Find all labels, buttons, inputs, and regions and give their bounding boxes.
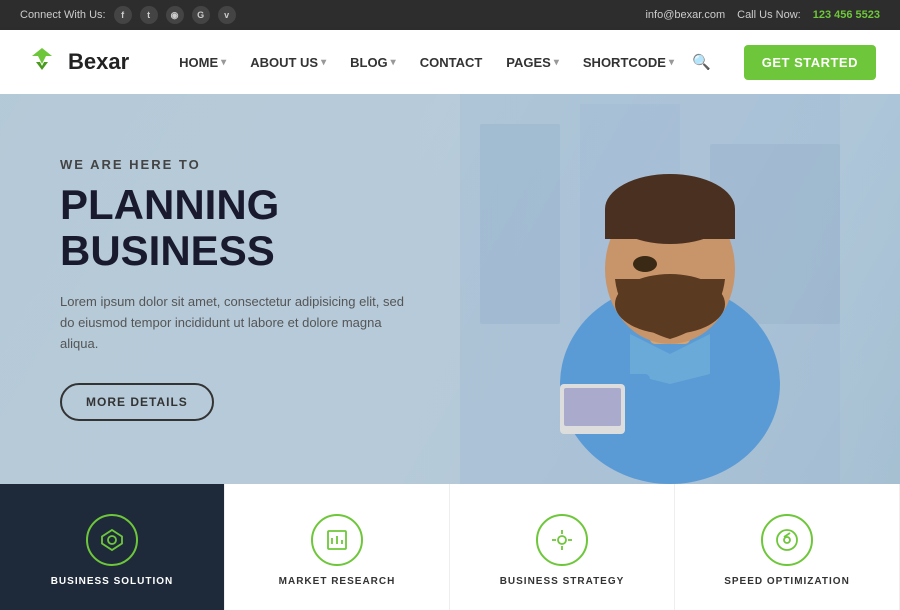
call-label: Call Us Now:	[737, 9, 801, 21]
cards-section: BUSINESS SOLUTION MARKET RESEARCH BUSINE…	[0, 484, 900, 610]
hero-section: WE ARE HERE TO PLANNING BUSINESS Lorem i…	[0, 94, 900, 484]
email-label: info@bexar.com	[645, 9, 725, 21]
nav-contact[interactable]: CONTACT	[410, 47, 493, 78]
card-market-research: MARKET RESEARCH	[225, 484, 450, 610]
hero-description: Lorem ipsum dolor sit amet, consectetur …	[60, 292, 420, 354]
card-business-solution: BUSINESS SOLUTION	[0, 484, 225, 610]
phone-number: 123 456 5523	[813, 9, 880, 21]
hero-content: WE ARE HERE TO PLANNING BUSINESS Lorem i…	[0, 157, 500, 421]
header: Bexar HOME ABOUT US BLOG CONTACT PAGES S…	[0, 30, 900, 94]
nav-blog[interactable]: BLOG	[340, 47, 406, 78]
top-bar: Connect With Us: f t ◉ G v info@bexar.co…	[0, 0, 900, 30]
get-started-button[interactable]: GET STARTED	[744, 45, 876, 80]
hero-person-image	[460, 94, 840, 484]
social-rss[interactable]: ◉	[166, 6, 184, 24]
card-label-3: SPEED OPTIMIZATION	[724, 576, 850, 587]
card-label-1: MARKET RESEARCH	[279, 576, 396, 587]
nav-pages[interactable]: PAGES	[496, 47, 569, 78]
hero-subtitle: WE ARE HERE TO	[60, 157, 440, 172]
logo-icon	[24, 44, 60, 80]
logo[interactable]: Bexar	[24, 44, 129, 80]
top-bar-right: info@bexar.com Call Us Now: 123 456 5523	[645, 9, 880, 21]
search-icon[interactable]: 🔍	[692, 53, 711, 71]
card-business-strategy: BUSINESS STRATEGY	[450, 484, 675, 610]
nav-home[interactable]: HOME	[169, 47, 236, 78]
speed-optimization-icon	[761, 514, 813, 566]
card-label-2: BUSINESS STRATEGY	[500, 576, 625, 587]
nav-shortcode[interactable]: SHORTCODE	[573, 47, 684, 78]
main-nav: HOME ABOUT US BLOG CONTACT PAGES SHORTCO…	[169, 47, 714, 78]
card-speed-optimization: SPEED OPTIMIZATION	[675, 484, 900, 610]
market-research-icon	[311, 514, 363, 566]
nav-about[interactable]: ABOUT US	[240, 47, 336, 78]
more-details-button[interactable]: MORE DETAILS	[60, 383, 214, 421]
person-svg	[460, 94, 840, 484]
business-strategy-icon	[536, 514, 588, 566]
social-facebook[interactable]: f	[114, 6, 132, 24]
social-vimeo[interactable]: v	[218, 6, 236, 24]
card-label-0: BUSINESS SOLUTION	[51, 576, 174, 587]
hero-title: PLANNING BUSINESS	[60, 182, 440, 274]
business-solution-icon	[86, 514, 138, 566]
connect-label: Connect With Us:	[20, 9, 106, 21]
logo-text: Bexar	[68, 49, 129, 75]
social-twitter[interactable]: t	[140, 6, 158, 24]
top-bar-left: Connect With Us: f t ◉ G v	[20, 6, 236, 24]
social-google[interactable]: G	[192, 6, 210, 24]
